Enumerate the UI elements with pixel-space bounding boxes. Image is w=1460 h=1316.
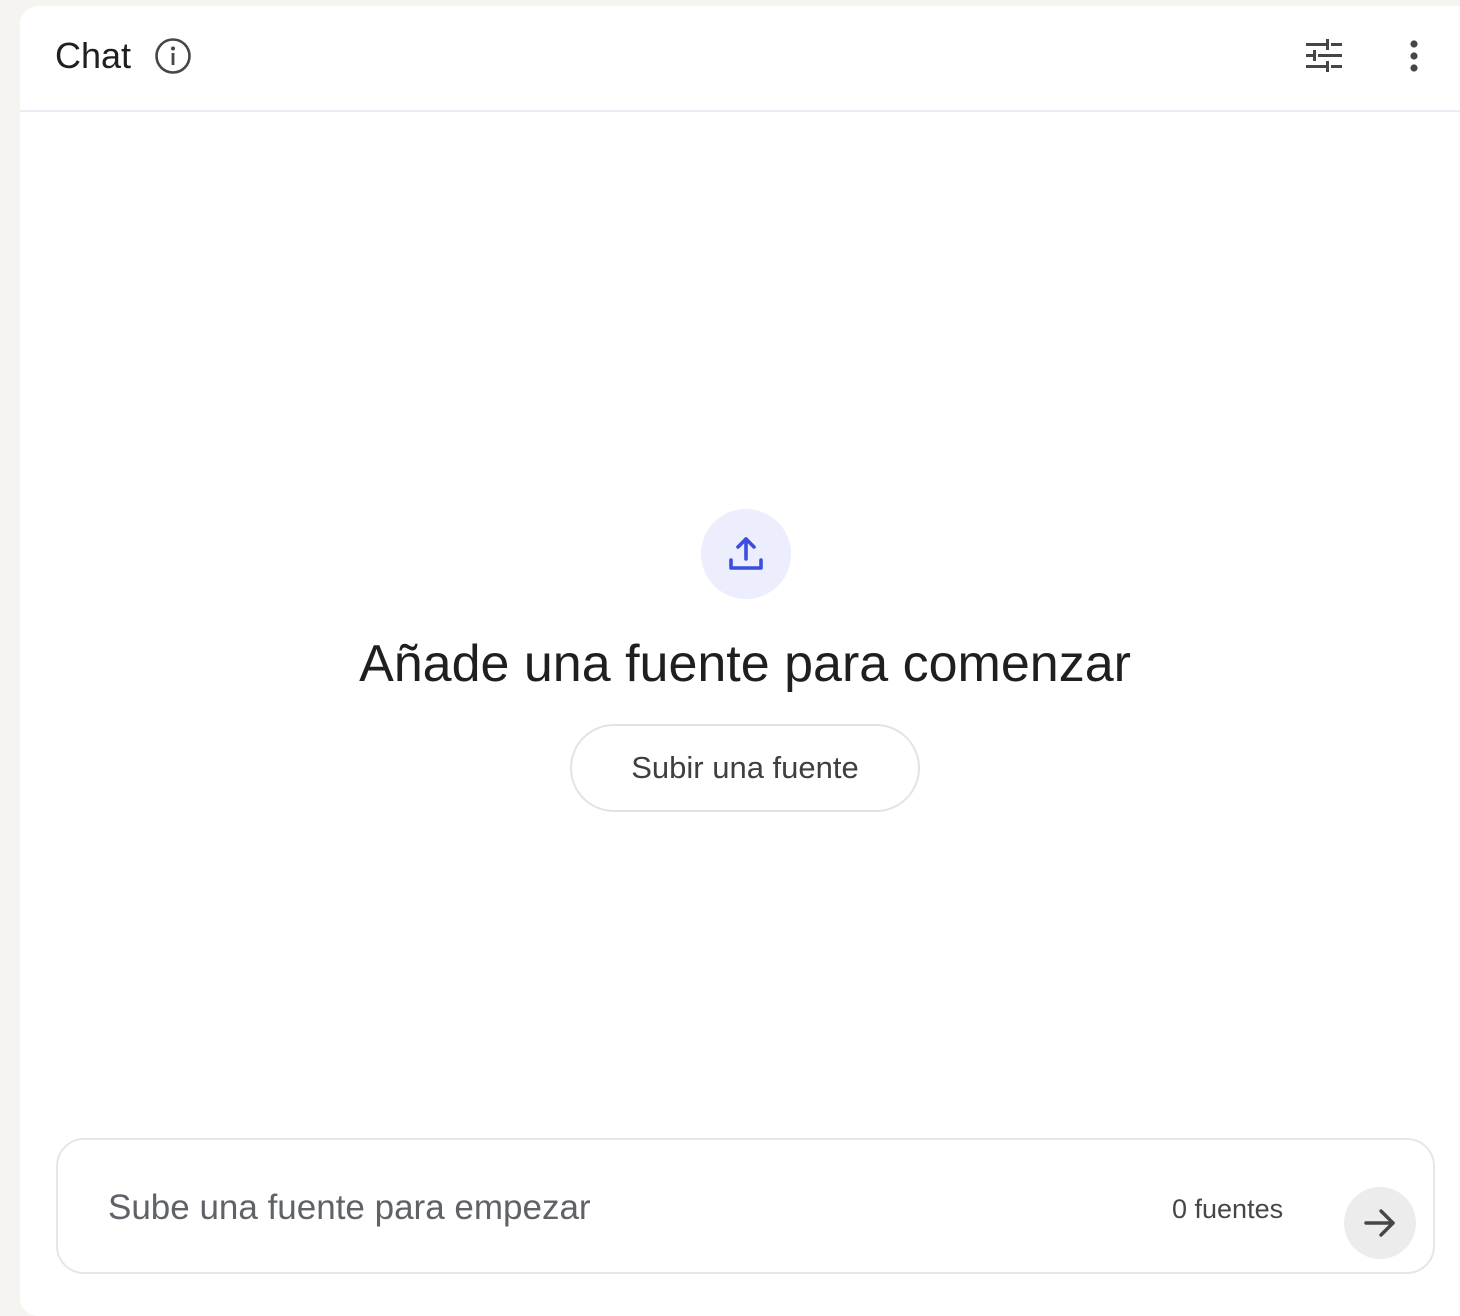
upload-icon (729, 537, 763, 570)
tune-icon[interactable] (1302, 34, 1346, 78)
chat-panel: Chat Añade una fuente para comenzar Subi… (20, 6, 1460, 1316)
source-count: 0 fuentes (1172, 1194, 1284, 1224)
chat-title: Chat (55, 35, 132, 76)
info-icon[interactable] (153, 36, 193, 76)
empty-state-title: Añade una fuente para comenzar (359, 635, 1131, 693)
upload-source-button[interactable]: Subir una fuente (570, 724, 920, 812)
upload-source-button-label: Subir una fuente (631, 750, 859, 785)
more-vert-icon[interactable] (1396, 34, 1432, 78)
arrow-right-icon (1364, 1209, 1395, 1237)
chat-input[interactable] (108, 1184, 1158, 1232)
chat-header: Chat (20, 6, 1460, 112)
send-button[interactable] (1344, 1187, 1416, 1259)
upload-icon-badge (701, 509, 791, 599)
chat-composer: 0 fuentes (56, 1138, 1435, 1274)
